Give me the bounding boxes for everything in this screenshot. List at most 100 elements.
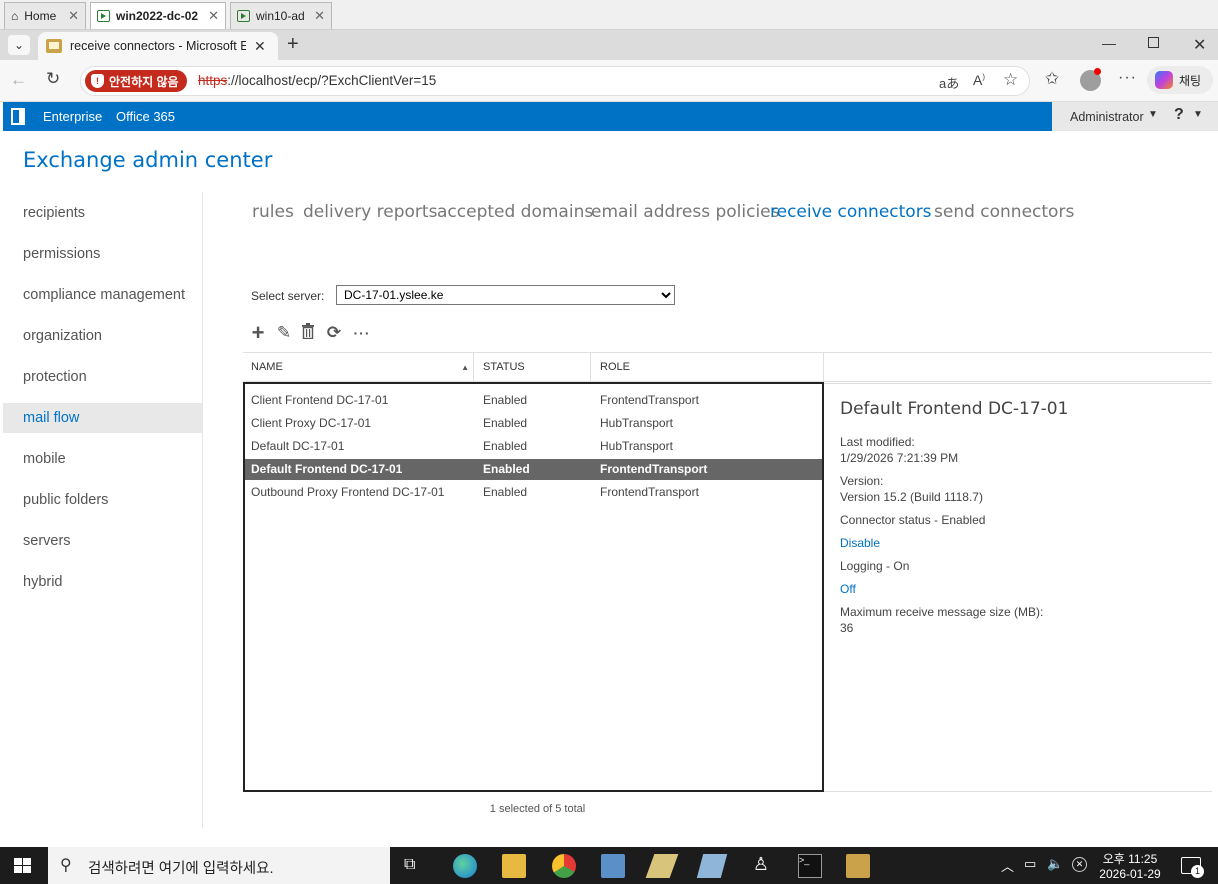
host-tab-win2022-dc-02[interactable]: win2022-dc-02 ✕ [90,2,226,29]
close-icon[interactable]: ✕ [208,8,219,24]
status-x-icon[interactable]: ✕ [1072,857,1087,872]
left-navigation: recipients permissions compliance manage… [3,192,203,828]
table-row[interactable]: Outbound Proxy Frontend DC-17-01 Enabled… [245,482,822,503]
enterprise-link[interactable]: Enterprise [43,109,102,124]
close-icon[interactable]: ✕ [314,8,325,24]
tab-actions-chevron-down-icon[interactable]: ⌄ [8,35,30,55]
host-tab-win10-ad[interactable]: win10-ad ✕ [230,2,332,29]
address-bar[interactable]: ! 안전하지 않음 https://localhost/ecp/?ExchCli… [80,66,1030,96]
notification-icon[interactable]: 1 [1181,857,1204,878]
user-chevron-down-icon[interactable]: ▼ [1148,109,1158,120]
not-secure-badge[interactable]: ! 안전하지 않음 [85,70,187,92]
cell-status: Enabled [483,462,530,476]
favorites-list-icon[interactable]: ✩ [1045,69,1059,89]
browser-tab-title: receive connectors - Microsoft Exchange [70,39,246,53]
details-pane: Default Frontend DC-17-01 Last modified:… [824,383,1212,792]
new-tab-plus-icon[interactable]: + [287,33,299,56]
close-icon[interactable]: ✕ [68,8,79,24]
tab-delivery-reports[interactable]: delivery reports [303,202,437,222]
user-menu[interactable]: Administrator [1070,110,1144,124]
sort-ascending-icon[interactable]: ▲ [461,353,469,382]
nav-item-mail-flow[interactable]: mail flow [3,403,202,433]
taskbar-search-box[interactable]: ⚲ 검색하려면 여기에 입력하세요. [48,847,390,884]
help-icon[interactable]: ? [1174,106,1184,124]
refresh-icon[interactable]: ↻ [46,69,60,89]
disable-link[interactable]: Disable [840,536,880,550]
table-row[interactable]: Default DC-17-01 Enabled HubTransport [245,436,822,457]
tray-chevron-up-icon[interactable]: ︿ [1001,856,1014,875]
office-logo-icon [11,108,25,125]
logging-off-link[interactable]: Off [840,582,856,596]
tab-email-address-policies[interactable]: email address policies [591,202,780,222]
max-size-value: 36 [840,621,854,635]
edge-browser-icon[interactable] [453,854,477,878]
user-area: Administrator ▼ ? ▼ [1052,102,1218,131]
add-plus-icon[interactable]: + [248,322,268,344]
tab-receive-connectors[interactable]: receive connectors [770,202,932,222]
table-row[interactable]: Client Proxy DC-17-01 Enabled HubTranspo… [245,413,822,434]
tab-send-connectors[interactable]: send connectors [934,202,1074,222]
column-header-name[interactable]: NAME ▲ [243,353,474,382]
tab-accepted-domains[interactable]: accepted domains [437,202,593,222]
more-options-icon[interactable]: ··· [352,323,372,343]
cell-role: FrontendTransport [600,462,708,476]
minimize-icon[interactable]: — [1102,35,1116,51]
cell-name: Default Frontend DC-17-01 [251,462,403,476]
network-icon[interactable]: ▭ [1024,856,1036,872]
connector-list: Client Frontend DC-17-01 Enabled Fronten… [243,382,824,792]
windows-taskbar: ⚲ 검색하려면 여기에 입력하세요. ⧉ ♙ >_ ︿ ▭ 🔈 ✕ 오후 11:… [0,847,1218,884]
server-manager-icon[interactable] [601,854,625,878]
nav-item-protection[interactable]: protection [3,362,202,392]
profile-avatar[interactable] [1080,68,1101,91]
host-tab-home[interactable]: ⌂ Home ✕ [4,2,86,29]
delete-trash-icon[interactable] [298,323,318,343]
close-tab-icon[interactable]: ✕ [254,38,266,55]
refresh-icon[interactable]: ⟳ [324,323,344,343]
exchange-tool-icon[interactable] [846,854,870,878]
nav-item-hybrid[interactable]: hybrid [3,567,202,597]
cell-name: Default DC-17-01 [251,439,345,453]
select-server-label: Select server: [251,289,325,303]
nav-item-permissions[interactable]: permissions [3,239,202,269]
admin-tool-icon[interactable] [645,854,679,878]
column-header-role[interactable]: ROLE [592,353,824,382]
close-window-icon[interactable]: ✕ [1193,35,1206,55]
nav-item-public-folders[interactable]: public folders [3,485,202,515]
back-arrow-icon[interactable]: ← [10,70,27,90]
help-chevron-down-icon[interactable]: ▼ [1193,109,1203,120]
read-aloud-icon[interactable]: A) [973,72,985,88]
table-row-selected[interactable]: Default Frontend DC-17-01 Enabled Fronte… [245,459,822,480]
edit-pencil-icon[interactable]: ✎ [274,323,294,343]
address-toolbar: ← ↻ ! 안전하지 않음 https://localhost/ecp/?Exc… [0,60,1218,102]
nav-item-organization[interactable]: organization [3,321,202,351]
copilot-icon [1155,71,1173,89]
host-tab-label: win2022-dc-02 [116,9,199,23]
table-row[interactable]: Client Frontend DC-17-01 Enabled Fronten… [245,390,822,411]
clock-date[interactable]: 2026-01-29 [1096,867,1164,881]
tab-rules[interactable]: rules [252,202,294,222]
url-text[interactable]: https://localhost/ecp/?ExchClientVer=15 [198,73,436,88]
nav-item-servers[interactable]: servers [3,526,202,556]
server-select[interactable]: DC-17-01.yslee.ke [336,285,675,305]
nav-item-recipients[interactable]: recipients [3,198,202,228]
nav-item-mobile[interactable]: mobile [3,444,202,474]
favorite-star-icon[interactable]: ☆ [1003,70,1018,90]
column-header-status[interactable]: STATUS [475,353,591,382]
command-prompt-icon[interactable]: >_ [798,854,822,878]
copilot-chat-button[interactable]: 채팅 [1147,66,1213,94]
more-menu-icon[interactable]: ··· [1118,69,1137,87]
volume-muted-icon[interactable]: 🔈 [1047,856,1063,872]
translate-icon[interactable]: aあ [939,73,959,92]
task-view-icon[interactable]: ⧉ [404,856,415,874]
file-explorer-icon[interactable] [502,854,526,878]
clock-time[interactable]: 오후 11:25 [1098,850,1162,867]
browser-tab-active[interactable]: receive connectors - Microsoft Exchange … [38,32,278,60]
chrome-icon[interactable] [552,854,576,878]
office365-link[interactable]: Office 365 [116,109,175,124]
network-tool-icon[interactable]: ♙ [749,854,773,878]
windows-start-icon[interactable] [14,858,31,874]
restore-icon[interactable] [1148,37,1159,48]
nav-item-compliance-management[interactable]: compliance management [3,280,202,310]
powershell-icon[interactable] [696,854,728,878]
logging-status: Logging - On [840,559,910,573]
